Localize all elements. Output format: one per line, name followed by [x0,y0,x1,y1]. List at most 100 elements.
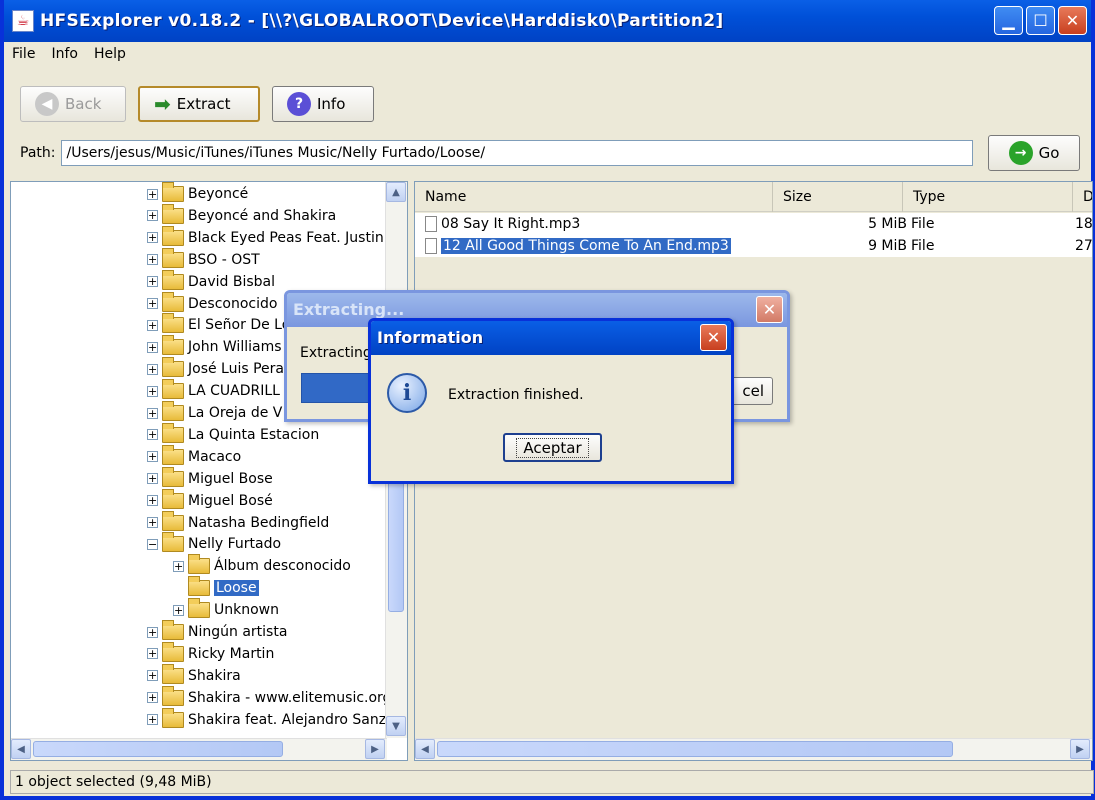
table-row[interactable]: 08 Say It Right.mp3 5 MiB File 18 [415,213,1092,235]
expand-icon[interactable]: + [147,429,158,441]
folder-icon [162,313,184,334]
tree-node[interactable]: + Beyoncé and Shakira [147,203,336,227]
title-bar[interactable]: ☕ HFSExplorer v0.18.2 - [\\?\GLOBALROOT\… [4,0,1091,42]
folder-icon [162,466,184,487]
tree-node[interactable]: + Miguel Bose [147,466,273,490]
tree-node[interactable]: Loose [173,576,259,599]
scroll-right-icon[interactable]: ▶ [1070,739,1090,759]
tree-node[interactable]: + Black Eyed Peas Feat. Justin [147,225,384,249]
column-date[interactable]: D [1073,182,1092,212]
close-button[interactable]: ✕ [1058,6,1087,35]
path-input[interactable]: /Users/jesus/Music/iTunes/iTunes Music/N… [61,140,974,166]
column-type[interactable]: Type [903,182,1073,212]
tree-node[interactable]: + Shakira - www.elitemusic.org [147,685,391,709]
file-type: File [911,216,935,232]
scroll-up-icon[interactable]: ▲ [386,182,406,202]
info-button[interactable]: ? Info [272,86,374,122]
tree-node[interactable]: + Shakira [147,663,241,687]
tree-hscroll-thumb[interactable] [33,741,283,757]
expand-icon[interactable]: + [147,407,158,419]
folder-icon [162,532,184,553]
column-size[interactable]: Size [773,182,903,212]
expand-icon[interactable]: + [147,254,158,266]
folder-icon [162,663,184,684]
tree-node[interactable]: + BSO - OST [147,247,260,271]
information-close-button[interactable]: ✕ [700,324,727,351]
expand-icon[interactable]: + [147,648,158,660]
tree-node[interactable]: − Nelly Furtado [147,532,281,555]
expand-icon[interactable]: + [147,473,158,485]
tree-node[interactable]: + David Bisbal [147,269,275,293]
collapse-icon[interactable]: − [147,538,158,550]
tree-node[interactable]: + La Oreja de V [147,401,282,424]
tree-node[interactable]: + Shakira feat. Alejandro Sanz [147,707,386,731]
maximize-button[interactable]: ☐ [1026,6,1055,35]
tree-node[interactable]: + Macaco [147,444,241,468]
tree-node[interactable]: + Natasha Bedingfield [147,510,329,534]
expand-icon[interactable]: + [147,363,158,375]
go-button[interactable]: → Go [988,135,1080,171]
expand-icon[interactable]: + [147,451,158,463]
tree-node[interactable]: + John Williams [147,335,282,358]
column-name[interactable]: Name [415,182,773,212]
expand-icon[interactable]: + [147,517,158,528]
menu-file[interactable]: File [12,46,35,62]
menu-info[interactable]: Info [51,46,78,62]
scroll-down-icon[interactable]: ▼ [386,716,406,736]
tree-node[interactable]: + Álbum desconocido [173,554,351,577]
aceptar-button[interactable]: Aceptar [503,433,602,462]
expand-icon[interactable]: + [147,495,158,507]
expand-icon[interactable]: + [147,276,158,288]
expand-icon[interactable]: + [147,714,158,726]
tree-node[interactable]: + LA CUADRILL [147,379,280,402]
file-date: 18 [1075,216,1093,232]
expand-icon[interactable]: + [147,188,158,200]
expand-icon[interactable]: + [147,210,158,222]
expand-icon[interactable]: + [147,670,158,682]
folder-icon [188,554,210,575]
tree-node-label: José Luis Pera [188,361,285,378]
expand-icon[interactable]: + [173,560,184,572]
expand-icon[interactable]: + [147,341,158,353]
expand-icon[interactable]: + [147,298,158,309]
minimize-icon: ▁ [1002,11,1015,30]
expand-icon[interactable]: + [173,604,184,616]
extract-button[interactable]: ➡ Extract [138,86,260,122]
tree-node[interactable]: + Ningún artista [147,620,287,643]
scroll-left-icon[interactable]: ◀ [11,739,31,759]
table-horizontal-scrollbar[interactable]: ◀ ▶ [415,738,1092,760]
tree-node[interactable]: + Beyoncé [147,182,248,205]
expand-icon[interactable]: + [147,319,158,331]
menu-help[interactable]: Help [94,46,126,62]
folder-icon [162,401,184,421]
file-icon [425,216,437,232]
tree-horizontal-scrollbar[interactable]: ◀ ▶ [11,738,387,760]
tree-node[interactable]: + La Quinta Estacion [147,422,319,446]
tree-node[interactable]: + El Señor De Lo [147,313,290,336]
back-button[interactable]: ◀ Back [20,86,126,122]
expand-icon[interactable]: + [147,626,158,638]
tree-node[interactable]: + Miguel Bosé [147,488,273,512]
file-name-cell: 12 All Good Things Come To An End.mp3 [425,235,765,257]
table-hscroll-thumb[interactable] [437,741,953,757]
aceptar-button-label: Aceptar [516,437,589,458]
information-dialog-title: Information [371,321,731,355]
scroll-left-icon[interactable]: ◀ [415,739,435,759]
minimize-button[interactable]: ▁ [994,6,1023,35]
table-row[interactable]: 12 All Good Things Come To An End.mp3 9 … [415,235,1092,257]
tree-node[interactable]: + Unknown [173,598,279,621]
info-balloon-icon: i [387,373,427,413]
close-icon: ✕ [762,300,777,319]
tree-node[interactable]: + Ricky Martin [147,641,274,665]
tree-node[interactable]: + José Luis Pera [147,357,285,380]
scroll-right-icon[interactable]: ▶ [365,739,385,759]
expand-icon[interactable]: + [147,232,158,244]
tree-node[interactable]: + Desconocido [147,291,277,315]
folder-icon [162,247,184,268]
extracting-close-button[interactable]: ✕ [756,296,783,323]
tree-node-label: Loose [214,580,259,597]
expand-icon[interactable]: + [147,692,158,704]
expand-icon[interactable]: + [147,385,158,397]
folder-icon [162,379,184,400]
tree-node-label: John Williams [188,339,282,356]
